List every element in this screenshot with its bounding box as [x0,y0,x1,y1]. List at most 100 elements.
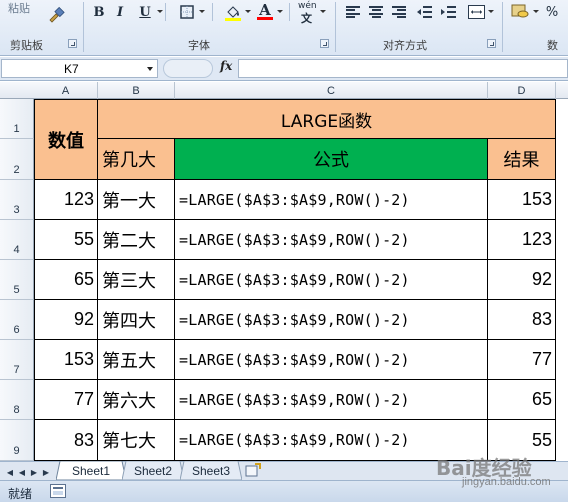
value-cell[interactable]: 123 [34,180,98,220]
row-header-8[interactable]: 8 [0,380,34,420]
header-value-cell[interactable]: 数值 [34,99,98,180]
value-cell[interactable]: 65 [34,260,98,300]
phonetic-guide-glyph: 文 [301,12,312,25]
rank-cell[interactable]: 第二大 [98,220,175,260]
rank-cell[interactable]: 第四大 [98,300,175,340]
rank-cell[interactable]: 第一大 [98,180,175,220]
sheet-tab-2[interactable]: Sheet2 [128,462,178,479]
last-sheet-icon[interactable]: ▶ [40,466,52,478]
header-title-cell[interactable]: LARGE函数 [98,99,556,139]
group-divider [502,2,503,52]
merge-dropdown-icon[interactable] [488,10,494,13]
font-color-dropdown-icon[interactable] [277,10,283,13]
first-sheet-icon[interactable]: ◀ [4,466,16,478]
fill-color-icon[interactable] [224,3,242,21]
toolbar-divider [289,3,290,21]
border-icon[interactable] [180,5,194,19]
result-cell[interactable]: 153 [488,180,556,220]
row-header-4[interactable]: 4 [0,220,34,260]
underline-button[interactable]: U [136,2,154,22]
rank-cell[interactable]: 第五大 [98,340,175,380]
formula-cell[interactable]: =LARGE($A$3:$A$9,ROW()-2) [175,220,488,260]
macro-record-icon[interactable] [50,484,66,498]
phonetic-dropdown-icon[interactable] [320,10,326,13]
result-cell[interactable]: 92 [488,260,556,300]
column-header-a[interactable]: A [34,82,98,99]
formula-cell[interactable]: =LARGE($A$3:$A$9,ROW()-2) [175,380,488,420]
decrease-indent-icon [416,6,432,18]
insert-function-button[interactable]: fx [220,59,232,73]
align-right-button[interactable] [391,2,407,22]
align-center-icon [369,6,383,18]
header-formula-cell[interactable]: 公式 [175,139,488,180]
name-box[interactable]: K7 [1,59,158,78]
name-box-dropdown-icon[interactable] [147,67,153,71]
result-cell[interactable]: 65 [488,380,556,420]
next-sheet-icon[interactable]: ▶ [28,466,40,478]
border-dropdown-icon[interactable] [199,10,205,13]
formula-cell[interactable]: =LARGE($A$3:$A$9,ROW()-2) [175,340,488,380]
rank-cell[interactable]: 第六大 [98,380,175,420]
value-cell[interactable]: 55 [34,220,98,260]
prev-sheet-icon[interactable]: ◀ [16,466,28,478]
font-group-label: 字体 [188,39,210,52]
formula-bar: K7 fx [0,57,568,81]
paste-button[interactable]: 粘贴 [8,0,30,16]
align-center-button[interactable] [368,2,384,22]
merge-center-button[interactable] [467,2,485,22]
name-box-value: K7 [64,62,79,76]
row-header-7[interactable]: 7 [0,340,34,380]
underline-dropdown-icon[interactable] [157,10,163,13]
value-cell[interactable]: 153 [34,340,98,380]
status-ready-text: 就绪 [8,487,33,501]
result-cell[interactable]: 83 [488,300,556,340]
row-header-5[interactable]: 5 [0,260,34,300]
row-header-3[interactable]: 3 [0,180,34,220]
result-cell[interactable]: 123 [488,220,556,260]
group-divider [335,2,336,52]
formula-cell[interactable]: =LARGE($A$3:$A$9,ROW()-2) [175,180,488,220]
insert-sheet-icon[interactable] [243,463,263,478]
align-left-button[interactable] [345,2,361,22]
row-header-9[interactable]: 9 [0,420,34,461]
result-cell[interactable]: 77 [488,340,556,380]
row-header-6[interactable]: 6 [0,300,34,340]
rank-cell[interactable]: 第七大 [98,420,175,461]
rank-cell[interactable]: 第三大 [98,260,175,300]
alignment-group-label: 对齐方式 [383,39,427,52]
sheet-tab-1[interactable]: Sheet1 [64,462,118,479]
number-group-label: 数字 [547,39,558,52]
align-right-icon [392,6,406,18]
column-header-b[interactable]: B [98,82,175,99]
font-launcher-icon[interactable] [320,39,329,48]
ribbon: 粘贴 剪贴板 B I U A wén 文 字体 对齐方式 % 数 [0,0,568,56]
formula-cell[interactable]: =LARGE($A$3:$A$9,ROW()-2) [175,300,488,340]
formula-input[interactable] [238,59,568,78]
format-painter-icon[interactable] [47,6,65,24]
alignment-launcher-icon[interactable] [487,39,496,48]
column-header-d[interactable]: D [488,82,556,99]
row-header-2[interactable]: 2 [0,139,34,180]
decrease-indent-button[interactable] [416,2,432,22]
formula-bar-resize-handle[interactable] [163,59,213,78]
formula-cell[interactable]: =LARGE($A$3:$A$9,ROW()-2) [175,260,488,300]
sheet-tab-3[interactable]: Sheet3 [186,462,236,479]
italic-button[interactable]: I [111,2,129,22]
percent-button[interactable]: % [543,2,561,22]
header-rank-cell[interactable]: 第几大 [98,139,175,180]
bold-button[interactable]: B [90,2,108,22]
value-cell[interactable]: 83 [34,420,98,461]
value-cell[interactable]: 77 [34,380,98,420]
clipboard-launcher-icon[interactable] [68,39,77,48]
row-header-1[interactable]: 1 [0,99,34,139]
align-left-icon [346,6,360,18]
value-cell[interactable]: 92 [34,300,98,340]
accounting-dropdown-icon[interactable] [533,10,539,13]
fill-color-dropdown-icon[interactable] [245,10,251,13]
column-header-c[interactable]: C [175,82,488,99]
group-divider [83,2,84,52]
accounting-format-icon[interactable] [511,3,529,19]
header-result-cell[interactable]: 结果 [488,139,556,180]
merge-cells-icon [467,5,485,19]
increase-indent-button[interactable] [440,2,456,22]
